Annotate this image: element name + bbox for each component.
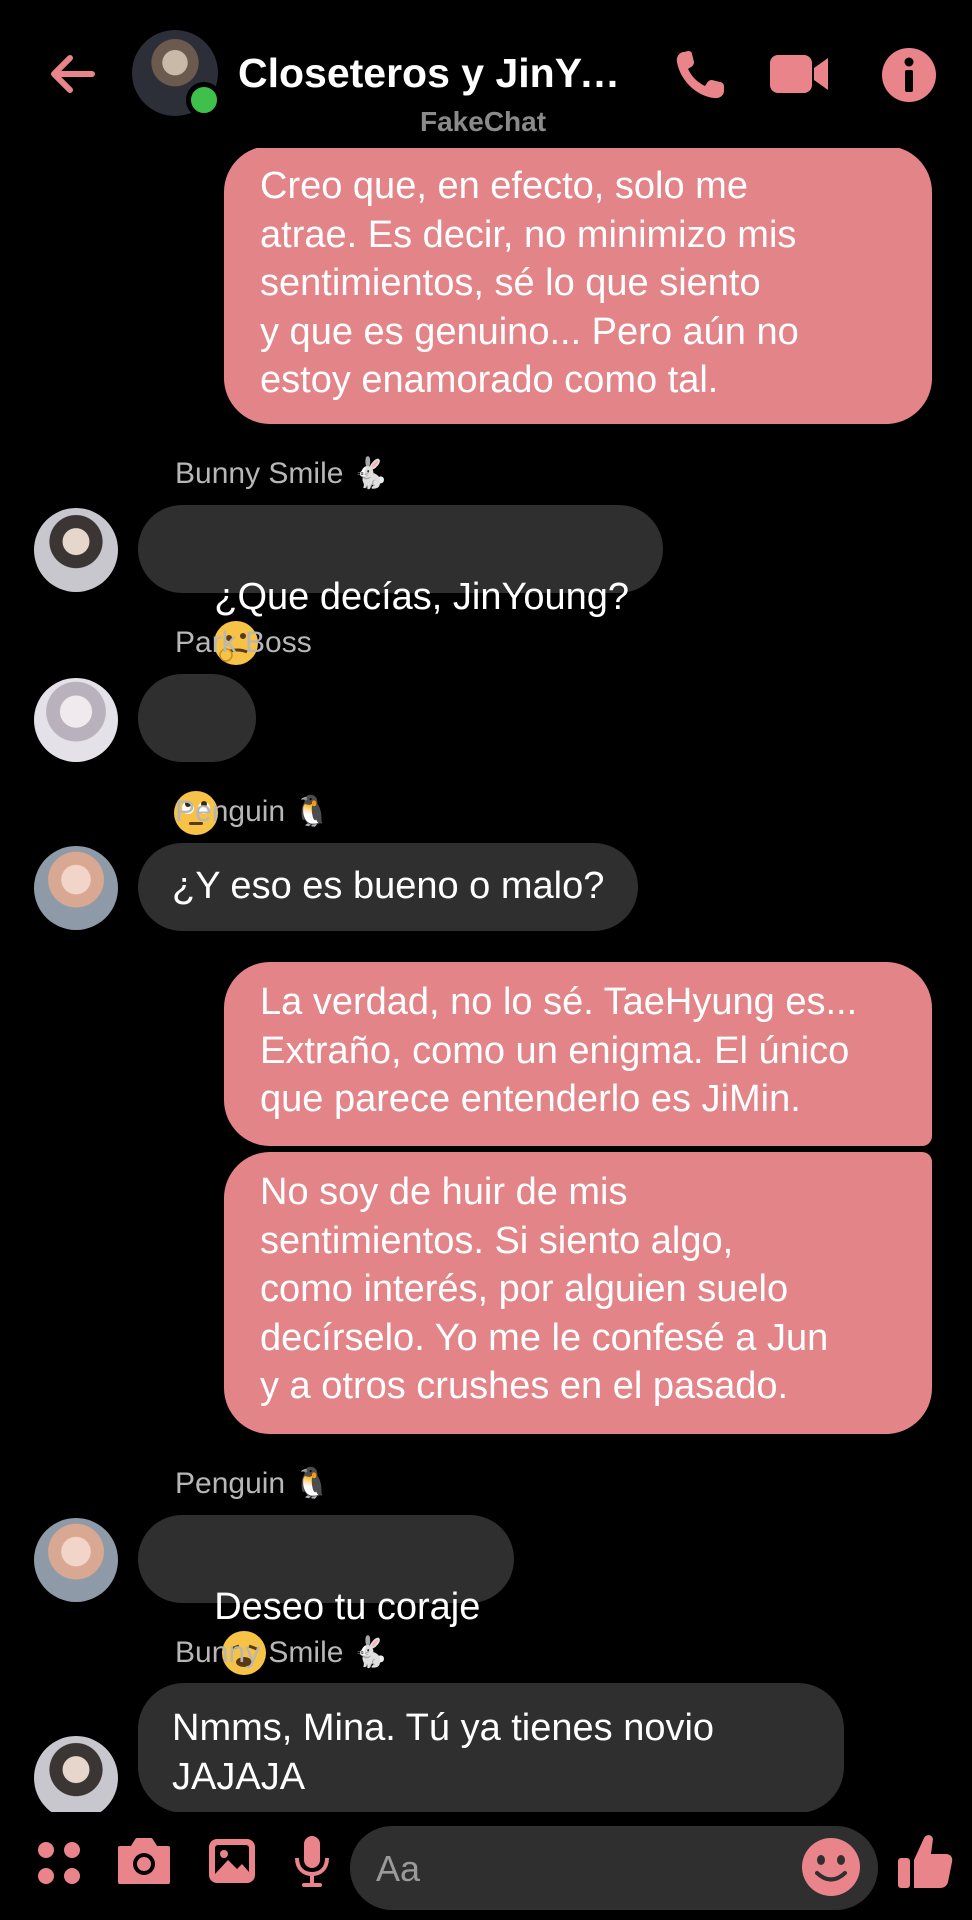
avatar[interactable] (34, 508, 118, 592)
outgoing-message[interactable]: Creo que, en efecto, solo me atrae. Es d… (224, 146, 932, 424)
camera-icon[interactable] (116, 1834, 172, 1893)
composer-bar (0, 1812, 972, 1920)
online-indicator (186, 82, 222, 118)
message-input-container (350, 1826, 878, 1912)
incoming-message[interactable]: ¿Que decías, JinYoung? (138, 505, 664, 665)
group-avatar[interactable] (132, 30, 222, 118)
video-camera-icon[interactable] (768, 46, 830, 104)
emoji-icon[interactable] (800, 1836, 862, 1898)
gallery-icon[interactable] (206, 1836, 258, 1891)
outgoing-message[interactable]: La verdad, no lo sé. TaeHyung es... Extr… (224, 962, 932, 1146)
sender-name: Park Boss (175, 626, 312, 659)
sender-name: Penguin 🐧 (175, 795, 331, 828)
message-input[interactable] (374, 1826, 758, 1912)
avatar[interactable] (34, 1736, 118, 1812)
watermark-label: FakeChat (420, 106, 547, 137)
chat-header: Closeteros y JinYoung FakeChat (0, 0, 972, 148)
incoming-message[interactable]: Nmms, Mina. Tú ya tienes novio JAJAJA (138, 1683, 844, 1812)
apps-grid-icon[interactable] (34, 1838, 84, 1893)
microphone-icon[interactable] (292, 1834, 332, 1895)
sender-name: Bunny Smile 🐇 (175, 1636, 390, 1669)
avatar[interactable] (34, 846, 118, 930)
sender-name: Bunny Smile 🐇 (175, 457, 390, 490)
back-arrow-icon[interactable] (44, 44, 104, 104)
message-text: ¿Que decías, JinYoung? (214, 575, 630, 618)
incoming-message[interactable]: ¿Y eso es bueno o malo? (138, 843, 639, 931)
avatar[interactable] (34, 678, 118, 762)
thumbs-up-icon[interactable] (896, 1830, 954, 1897)
info-icon[interactable] (880, 46, 942, 104)
incoming-message[interactable] (138, 674, 256, 835)
message-text: Deseo tu coraje (214, 1585, 481, 1628)
phone-icon[interactable] (670, 46, 732, 104)
incoming-message[interactable]: Deseo tu coraje (138, 1515, 515, 1675)
message-list[interactable]: Creo que, en efecto, solo me atrae. Es d… (0, 0, 972, 1812)
outgoing-message[interactable]: No soy de huir de mis sentimientos. Si s… (224, 1152, 932, 1434)
chat-title[interactable]: Closeteros y JinYoung (238, 50, 638, 97)
avatar[interactable] (34, 1518, 118, 1602)
sender-name: Penguin 🐧 (175, 1467, 331, 1500)
